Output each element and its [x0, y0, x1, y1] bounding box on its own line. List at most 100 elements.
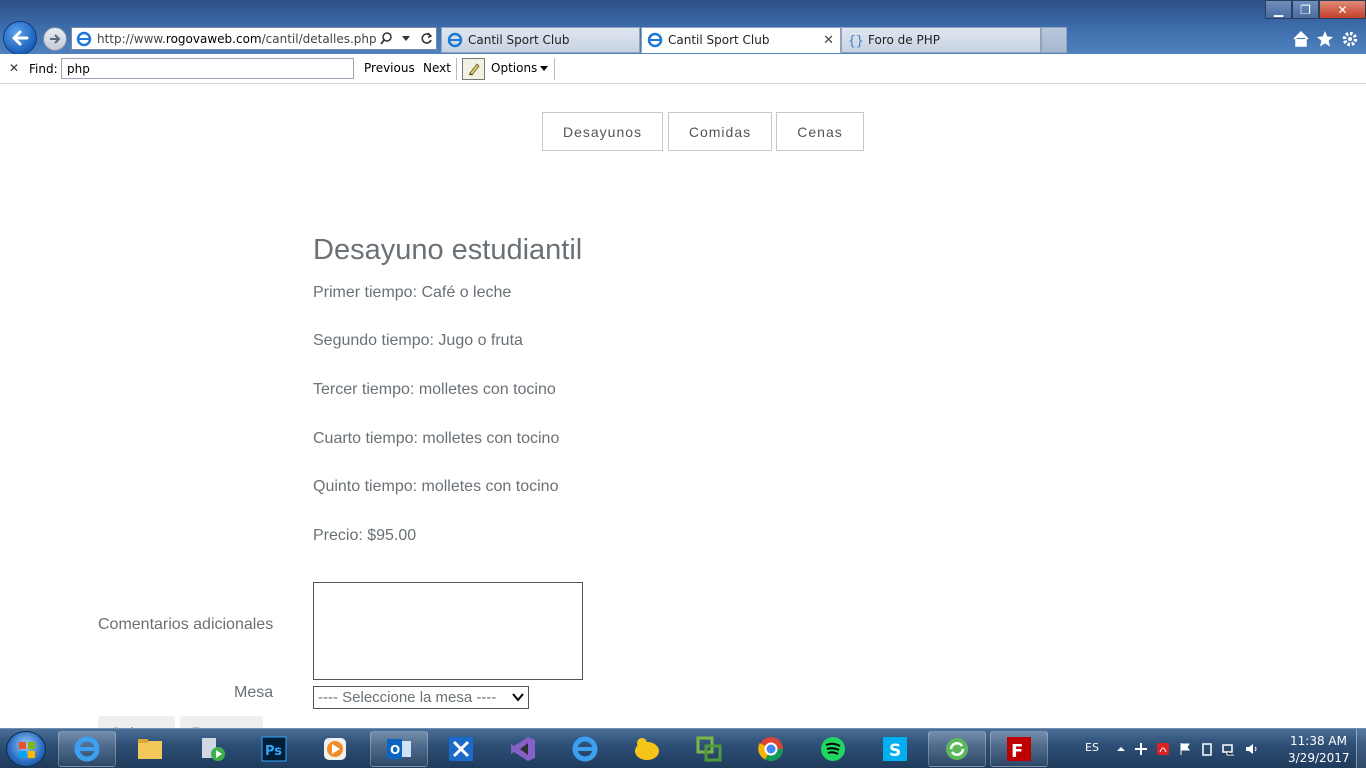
- menu-cenas[interactable]: Cenas: [776, 112, 864, 151]
- show-desktop-button[interactable]: [1356, 729, 1366, 768]
- mesa-selected-value: ---- Seleccione la mesa ----: [318, 689, 497, 706]
- comments-textarea[interactable]: [313, 582, 583, 680]
- tab-cantil-2[interactable]: Cantil Sport Club ✕: [641, 27, 841, 53]
- find-bar: ✕ Find: Previous Next Options: [0, 54, 1366, 84]
- acrobat-icon[interactable]: [1156, 742, 1170, 756]
- network-share-icon[interactable]: [1134, 742, 1148, 756]
- new-tab-button[interactable]: [1041, 27, 1067, 53]
- search-icon[interactable]: [378, 31, 394, 47]
- close-find-icon[interactable]: ✕: [9, 61, 19, 75]
- system-tray: ES 11:38 AM 3/29/2017: [1076, 729, 1366, 768]
- back-arrow-icon: [12, 30, 29, 46]
- find-previous-button[interactable]: Previous: [364, 61, 415, 75]
- taskbar-filezilla[interactable]: F: [990, 731, 1048, 767]
- visual-studio-icon: [511, 737, 535, 761]
- internet-explorer-icon: [572, 736, 598, 762]
- language-indicator[interactable]: ES: [1085, 741, 1099, 754]
- page-title: Desayuno estudiantil: [313, 234, 583, 266]
- internet-explorer-icon: [74, 736, 100, 762]
- taskbar-media-player[interactable]: [306, 731, 364, 767]
- skype-icon: S: [883, 737, 907, 761]
- device-icon[interactable]: [1200, 742, 1214, 756]
- comments-label: Comentarios adicionales: [98, 616, 274, 633]
- dropdown-caret-icon[interactable]: [398, 31, 414, 47]
- taskbar-spotify[interactable]: [804, 731, 862, 767]
- start-button[interactable]: [6, 731, 46, 767]
- minimize-button[interactable]: ▁: [1265, 0, 1292, 19]
- price: Precio: $95.00: [313, 527, 417, 544]
- show-hidden-icons-icon[interactable]: [1114, 742, 1128, 756]
- chrome-icon: [758, 737, 783, 762]
- ie-tab-icon: [447, 32, 463, 48]
- taskbar-skype[interactable]: S: [866, 731, 924, 767]
- course-1: Primer tiempo: Café o leche: [313, 284, 512, 301]
- mesa-select[interactable]: ---- Seleccione la mesa ----: [313, 686, 529, 709]
- close-window-button[interactable]: ✕: [1319, 0, 1366, 19]
- taskbar-visual-studio[interactable]: [494, 731, 552, 767]
- sync-icon: [946, 738, 968, 760]
- tab-label: Cantil Sport Club: [668, 33, 770, 47]
- chevron-down-icon: [512, 693, 524, 702]
- browser-titlebar: http://www.rogovaweb.com/cantil/detalles…: [0, 0, 1366, 55]
- file-explorer-icon: [138, 739, 162, 759]
- taskbar-tools[interactable]: [432, 731, 490, 767]
- action-center-flag-icon[interactable]: [1178, 742, 1192, 756]
- url-path: /cantil/detalles.php?cvel\: [261, 31, 376, 46]
- taskbar-photoshop[interactable]: Ps: [245, 731, 303, 767]
- url-prefix: http://www.: [97, 31, 166, 46]
- tools-icon: [449, 737, 473, 761]
- windows-logo-icon: [19, 742, 35, 758]
- mesa-label: Mesa: [234, 684, 274, 701]
- tab-label: Cantil Sport Club: [468, 33, 570, 47]
- window-controls: ▁ ❐ ✕: [1265, 0, 1366, 19]
- back-button[interactable]: [3, 21, 37, 55]
- menu-comidas[interactable]: Comidas: [668, 112, 772, 151]
- highlight-matches-button[interactable]: [462, 58, 485, 80]
- menu-desayunos[interactable]: Desayunos: [542, 112, 663, 151]
- favorites-star-icon[interactable]: [1316, 30, 1334, 48]
- braces-tab-icon: {}: [848, 34, 863, 48]
- svg-text:O: O: [390, 743, 400, 757]
- refresh-icon[interactable]: [418, 31, 434, 47]
- address-bar[interactable]: http://www.rogovaweb.com/cantil/detalles…: [71, 27, 437, 50]
- clock-time[interactable]: 11:38 AM: [1290, 734, 1347, 748]
- media-center-icon: [202, 738, 225, 761]
- course-5: Quinto tiempo: molletes con tocino: [313, 478, 559, 495]
- tab-foro-php[interactable]: {} Foro de PHP: [841, 27, 1041, 53]
- address-url[interactable]: http://www.rogovaweb.com/cantil/detalles…: [97, 32, 376, 46]
- gear-icon[interactable]: [1341, 30, 1359, 48]
- taskbar: Ps O S F ES 11:38 AM 3/29/2017: [0, 728, 1366, 768]
- media-player-icon: [324, 738, 346, 760]
- taskbar-sync[interactable]: [928, 731, 986, 767]
- home-icon[interactable]: [1292, 30, 1310, 48]
- taskbar-internet-explorer-2[interactable]: [556, 731, 614, 767]
- divider: [456, 58, 457, 80]
- maximize-button[interactable]: ❐: [1292, 0, 1319, 19]
- find-input[interactable]: [61, 58, 354, 79]
- course-3: Tercer tiempo: molletes con tocino: [313, 381, 556, 398]
- chevron-down-icon[interactable]: [540, 66, 548, 71]
- volume-icon[interactable]: [1245, 742, 1259, 756]
- ie-page-icon: [76, 31, 92, 46]
- vmware-icon: [696, 736, 722, 762]
- taskbar-internet-explorer[interactable]: [58, 731, 116, 767]
- taskbar-yellow-app[interactable]: [618, 731, 676, 767]
- tab-close-icon[interactable]: ✕: [823, 33, 834, 48]
- tab-cantil-1[interactable]: Cantil Sport Club: [441, 27, 640, 53]
- taskbar-chrome[interactable]: [742, 731, 800, 767]
- forward-arrow-icon: [50, 34, 61, 44]
- divider: [554, 58, 555, 80]
- find-options-button[interactable]: Options: [491, 61, 537, 75]
- network-icon[interactable]: [1222, 742, 1236, 756]
- taskbar-vmware[interactable]: [680, 731, 738, 767]
- page-content: Desayunos Comidas Cenas Desayuno estudia…: [0, 84, 1366, 746]
- find-next-button[interactable]: Next: [423, 61, 451, 75]
- taskbar-media-center[interactable]: [183, 731, 241, 767]
- taskbar-outlook[interactable]: O: [370, 731, 428, 767]
- clock-date[interactable]: 3/29/2017: [1288, 751, 1350, 765]
- forward-button[interactable]: [43, 27, 67, 51]
- taskbar-file-explorer[interactable]: [121, 731, 179, 767]
- highlighter-icon: [468, 63, 480, 76]
- filezilla-icon: F: [1007, 737, 1031, 762]
- svg-text:{}: {}: [848, 34, 863, 48]
